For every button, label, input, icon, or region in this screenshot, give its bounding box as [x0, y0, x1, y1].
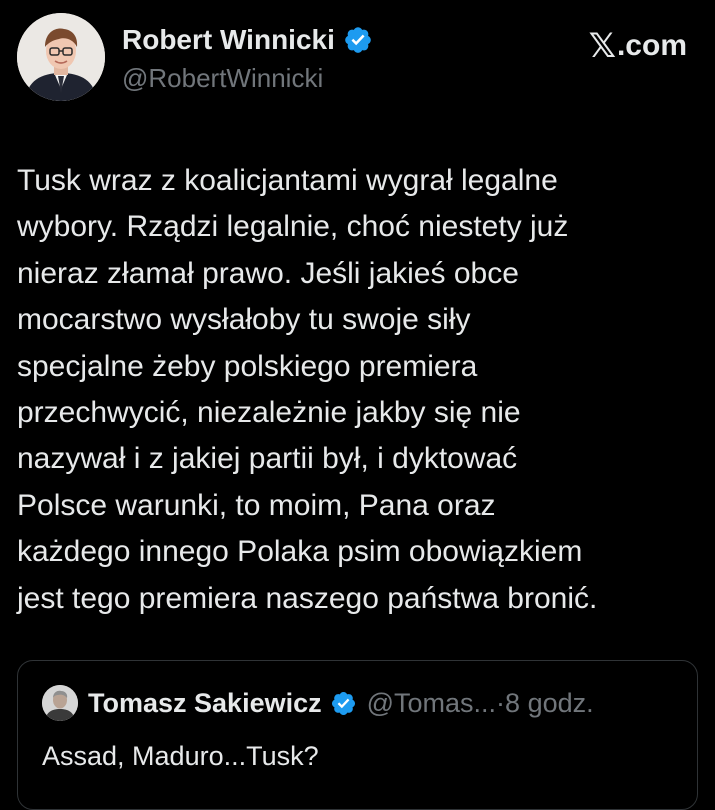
tweet-header: Robert Winnicki @RobertWinnicki 𝕏 .com: [0, 0, 715, 120]
quoted-tweet-text: Assad, Maduro...Tusk?: [42, 741, 319, 771]
tweet-line: jest tego premiera naszego państwa broni…: [17, 581, 598, 615]
quoted-tweet-card[interactable]: Tomasz Sakiewicz @Tomas... · 8 godz. Ass…: [17, 660, 698, 810]
author-name[interactable]: Robert Winnicki: [122, 24, 335, 56]
verified-badge-icon: [331, 691, 355, 715]
quoted-author-name[interactable]: Tomasz Sakiewicz: [88, 688, 322, 719]
tweet-line: przechwycić, niezależnie jakby się nie: [17, 396, 521, 430]
tweet-line: nazywał i z jakiej partii był, i dyktowa…: [17, 442, 518, 476]
author-handle[interactable]: @RobertWinnicki: [122, 63, 323, 94]
tweet-line: wybory. Rządzi legalnie, choć niestety j…: [17, 210, 569, 244]
meta-separator: ·: [496, 687, 506, 718]
tweet-line: nieraz złamał prawo. Jeśli jakieś obce: [17, 256, 519, 290]
quoted-author-handle[interactable]: @Tomas...: [367, 688, 496, 719]
author-avatar[interactable]: [17, 13, 105, 101]
source-label: 𝕏 .com: [589, 26, 687, 66]
tweet-line: specjalne żeby polskiego premiera: [17, 349, 478, 383]
quoted-author-avatar[interactable]: [42, 685, 78, 721]
tweet-line: Polsce warunki, to moim, Pana oraz: [17, 488, 496, 522]
tweet-text: Tusk wraz z koalicjantami wygrał legalne…: [17, 158, 707, 622]
source-domain: .com: [616, 29, 687, 62]
quoted-tweet-time[interactable]: 8 godz.: [505, 688, 594, 719]
tweet-line: mocarstwo wysłałoby tu swoje siły: [17, 303, 471, 337]
x-logo-icon: 𝕏: [588, 27, 616, 65]
author-name-row: Robert Winnicki: [122, 24, 373, 56]
verified-badge-icon: [345, 27, 371, 53]
quoted-tweet-header: Tomasz Sakiewicz @Tomas... · 8 godz.: [42, 685, 594, 721]
tweet-line: każdego innego Polaka psim obowiązkiem: [17, 535, 583, 569]
tweet-line: Tusk wraz z koalicjantami wygrał legalne: [17, 164, 558, 197]
